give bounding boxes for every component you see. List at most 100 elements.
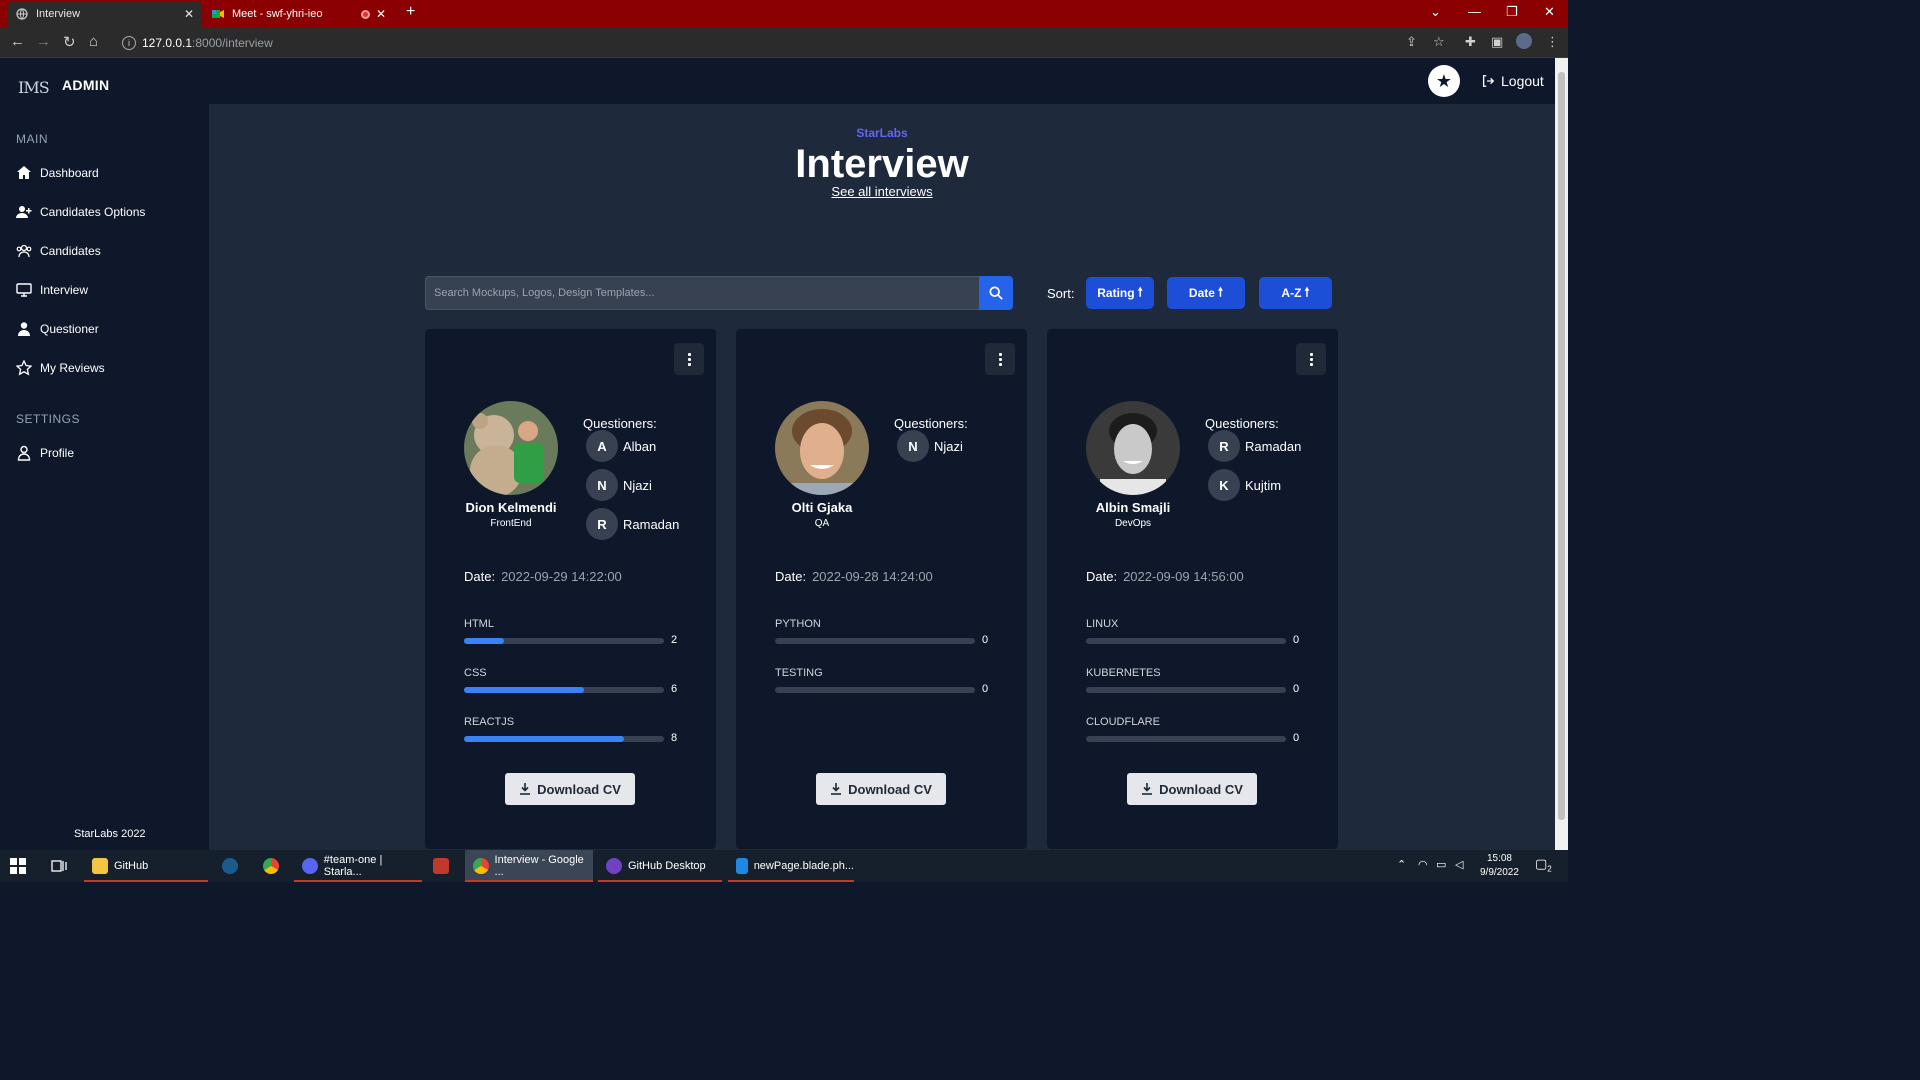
bookmark-star-icon[interactable]: ☆ bbox=[1433, 34, 1445, 50]
menu-kebab-icon[interactable]: ⋮ bbox=[1546, 34, 1559, 50]
restore-button[interactable]: ❐ bbox=[1506, 4, 1518, 20]
sidebar-item-my-reviews[interactable]: My Reviews bbox=[16, 360, 105, 376]
volume-icon[interactable]: ◁ bbox=[1455, 858, 1463, 871]
see-all-interviews-link[interactable]: See all interviews bbox=[209, 184, 1555, 199]
sidebar-item-profile[interactable]: Profile bbox=[16, 445, 74, 461]
skill-name: KUBERNETES bbox=[1086, 667, 1161, 679]
tab-search-icon[interactable]: ⌄ bbox=[1430, 4, 1441, 20]
taskbar-item-github-desktop[interactable]: GitHub Desktop bbox=[598, 850, 722, 882]
taskbar-item-label: #team-one | Starla... bbox=[323, 854, 383, 878]
star-button[interactable]: ★ bbox=[1428, 65, 1460, 97]
taskbar-item-chrome-interview[interactable]: Interview - Google ... bbox=[465, 850, 593, 882]
sidebar-item-dashboard[interactable]: Dashboard bbox=[16, 165, 99, 181]
folder-icon bbox=[92, 858, 108, 874]
candidate-avatar bbox=[775, 401, 869, 495]
home-icon bbox=[17, 166, 31, 179]
card-menu-button[interactable] bbox=[1296, 343, 1326, 375]
search-bar bbox=[425, 276, 1013, 310]
card-menu-button[interactable] bbox=[674, 343, 704, 375]
minimize-button[interactable]: — bbox=[1468, 4, 1481, 19]
battery-icon[interactable]: ▭ bbox=[1436, 858, 1446, 871]
sidebar-item-label: Questioner bbox=[40, 322, 99, 336]
back-icon[interactable]: ← bbox=[10, 33, 25, 50]
skill-name: PYTHON bbox=[775, 618, 821, 630]
app-red-icon[interactable] bbox=[433, 850, 449, 882]
date-value: 2022-09-29 14:22:00 bbox=[501, 569, 622, 584]
download-icon bbox=[831, 783, 842, 795]
card-menu-button[interactable] bbox=[985, 343, 1015, 375]
skill-name: CSS bbox=[464, 667, 487, 679]
download-icon bbox=[1142, 783, 1153, 795]
questioner-initial: A bbox=[586, 430, 618, 462]
sort-date-button[interactable]: Date 🠕 bbox=[1167, 277, 1245, 309]
logout-icon bbox=[1482, 75, 1495, 87]
questioner-initial: K bbox=[1208, 469, 1240, 501]
taskbar-item-github-folder[interactable]: GitHub bbox=[84, 850, 208, 882]
new-tab-button[interactable]: + bbox=[406, 3, 415, 21]
skill-value: 8 bbox=[671, 732, 678, 744]
sidebar-footer: StarLabs 2022 bbox=[74, 828, 146, 840]
main-content: StarLabs Interview See all interviews So… bbox=[209, 104, 1555, 850]
search-button[interactable] bbox=[979, 276, 1013, 310]
candidate-avatar bbox=[1086, 401, 1180, 495]
sidebar-item-questioner[interactable]: Questioner bbox=[16, 321, 99, 337]
search-input[interactable] bbox=[425, 276, 979, 310]
logout-button[interactable]: Logout bbox=[1481, 73, 1544, 89]
browser-tab-meet[interactable]: Meet - swf-yhri-ieo ✕ bbox=[204, 1, 394, 27]
scrollbar-thumb[interactable] bbox=[1558, 72, 1565, 820]
steam-icon[interactable] bbox=[222, 850, 238, 882]
questioner-name: Alban bbox=[623, 438, 657, 454]
windows-start-icon[interactable] bbox=[10, 850, 26, 882]
share-icon[interactable]: ⇪ bbox=[1406, 34, 1417, 50]
system-clock[interactable]: 15:08 9/9/2022 bbox=[1480, 852, 1519, 880]
site-info-icon[interactable]: i bbox=[122, 35, 136, 50]
sort-rating-button[interactable]: Rating 🠕 bbox=[1086, 277, 1154, 309]
skill-value: 0 bbox=[1293, 683, 1300, 695]
role-label: ADMIN bbox=[62, 77, 110, 93]
page-scrollbar[interactable] bbox=[1555, 58, 1568, 850]
reload-icon[interactable]: ↻ bbox=[63, 33, 76, 51]
close-tab-icon[interactable]: ✕ bbox=[376, 7, 386, 21]
notifications-icon[interactable]: ▢2 bbox=[1535, 856, 1552, 874]
address-bar[interactable]: i 127.0.0.1:8000/interview bbox=[114, 31, 1454, 54]
home-icon[interactable]: ⌂ bbox=[89, 33, 98, 50]
side-panel-icon[interactable]: ▣ bbox=[1491, 34, 1503, 50]
search-icon bbox=[989, 286, 1003, 300]
vscode-icon bbox=[736, 858, 748, 874]
close-tab-icon[interactable]: ✕ bbox=[184, 7, 194, 21]
brand-label: StarLabs bbox=[856, 126, 908, 140]
network-icon[interactable]: ◠ bbox=[1418, 858, 1428, 871]
extensions-icon[interactable]: ✚ bbox=[1465, 34, 1476, 50]
skill-bar-fill bbox=[464, 638, 504, 644]
questioner-name: Ramadan bbox=[1245, 438, 1302, 454]
tray-overflow-icon[interactable]: ⌃ bbox=[1397, 858, 1406, 871]
candidate-name: Dion Kelmendi bbox=[465, 500, 557, 515]
skill-value: 2 bbox=[671, 634, 678, 646]
download-cv-button[interactable]: Download CV bbox=[505, 773, 635, 805]
sidebar-item-candidates[interactable]: Candidates bbox=[16, 243, 101, 259]
recording-icon bbox=[360, 9, 370, 19]
browser-tab-interview[interactable]: Interview ✕ bbox=[8, 1, 202, 27]
questioner-initial: R bbox=[1208, 430, 1240, 462]
questioner-item: R Ramadan bbox=[1208, 430, 1301, 462]
sidebar-item-label: Candidates bbox=[40, 244, 101, 258]
taskbar-item-discord[interactable]: #team-one | Starla... bbox=[294, 850, 422, 882]
task-view-icon[interactable] bbox=[51, 850, 67, 882]
close-window-button[interactable]: ✕ bbox=[1544, 4, 1555, 20]
skill-bar bbox=[1086, 736, 1286, 742]
kebab-icon bbox=[687, 352, 691, 366]
download-cv-button[interactable]: Download CV bbox=[1127, 773, 1257, 805]
user-icon bbox=[18, 322, 30, 336]
forward-icon[interactable]: → bbox=[36, 33, 51, 50]
sidebar-item-interview[interactable]: Interview bbox=[16, 282, 88, 298]
skill-bar bbox=[464, 687, 664, 693]
skill-bar bbox=[464, 736, 664, 742]
sidebar-item-candidates-options[interactable]: Candidates Options bbox=[16, 204, 145, 220]
taskbar-item-vscode[interactable]: newPage.blade.ph... bbox=[728, 850, 854, 882]
profile-avatar-icon[interactable] bbox=[1516, 33, 1532, 49]
chrome-icon[interactable] bbox=[263, 850, 279, 882]
sort-az-button[interactable]: A-Z 🠕 bbox=[1259, 277, 1332, 309]
questioner-item: R Ramadan bbox=[586, 508, 679, 540]
os-taskbar: GitHub #team-one | Starla... Interview -… bbox=[0, 850, 1568, 882]
download-cv-button[interactable]: Download CV bbox=[816, 773, 946, 805]
